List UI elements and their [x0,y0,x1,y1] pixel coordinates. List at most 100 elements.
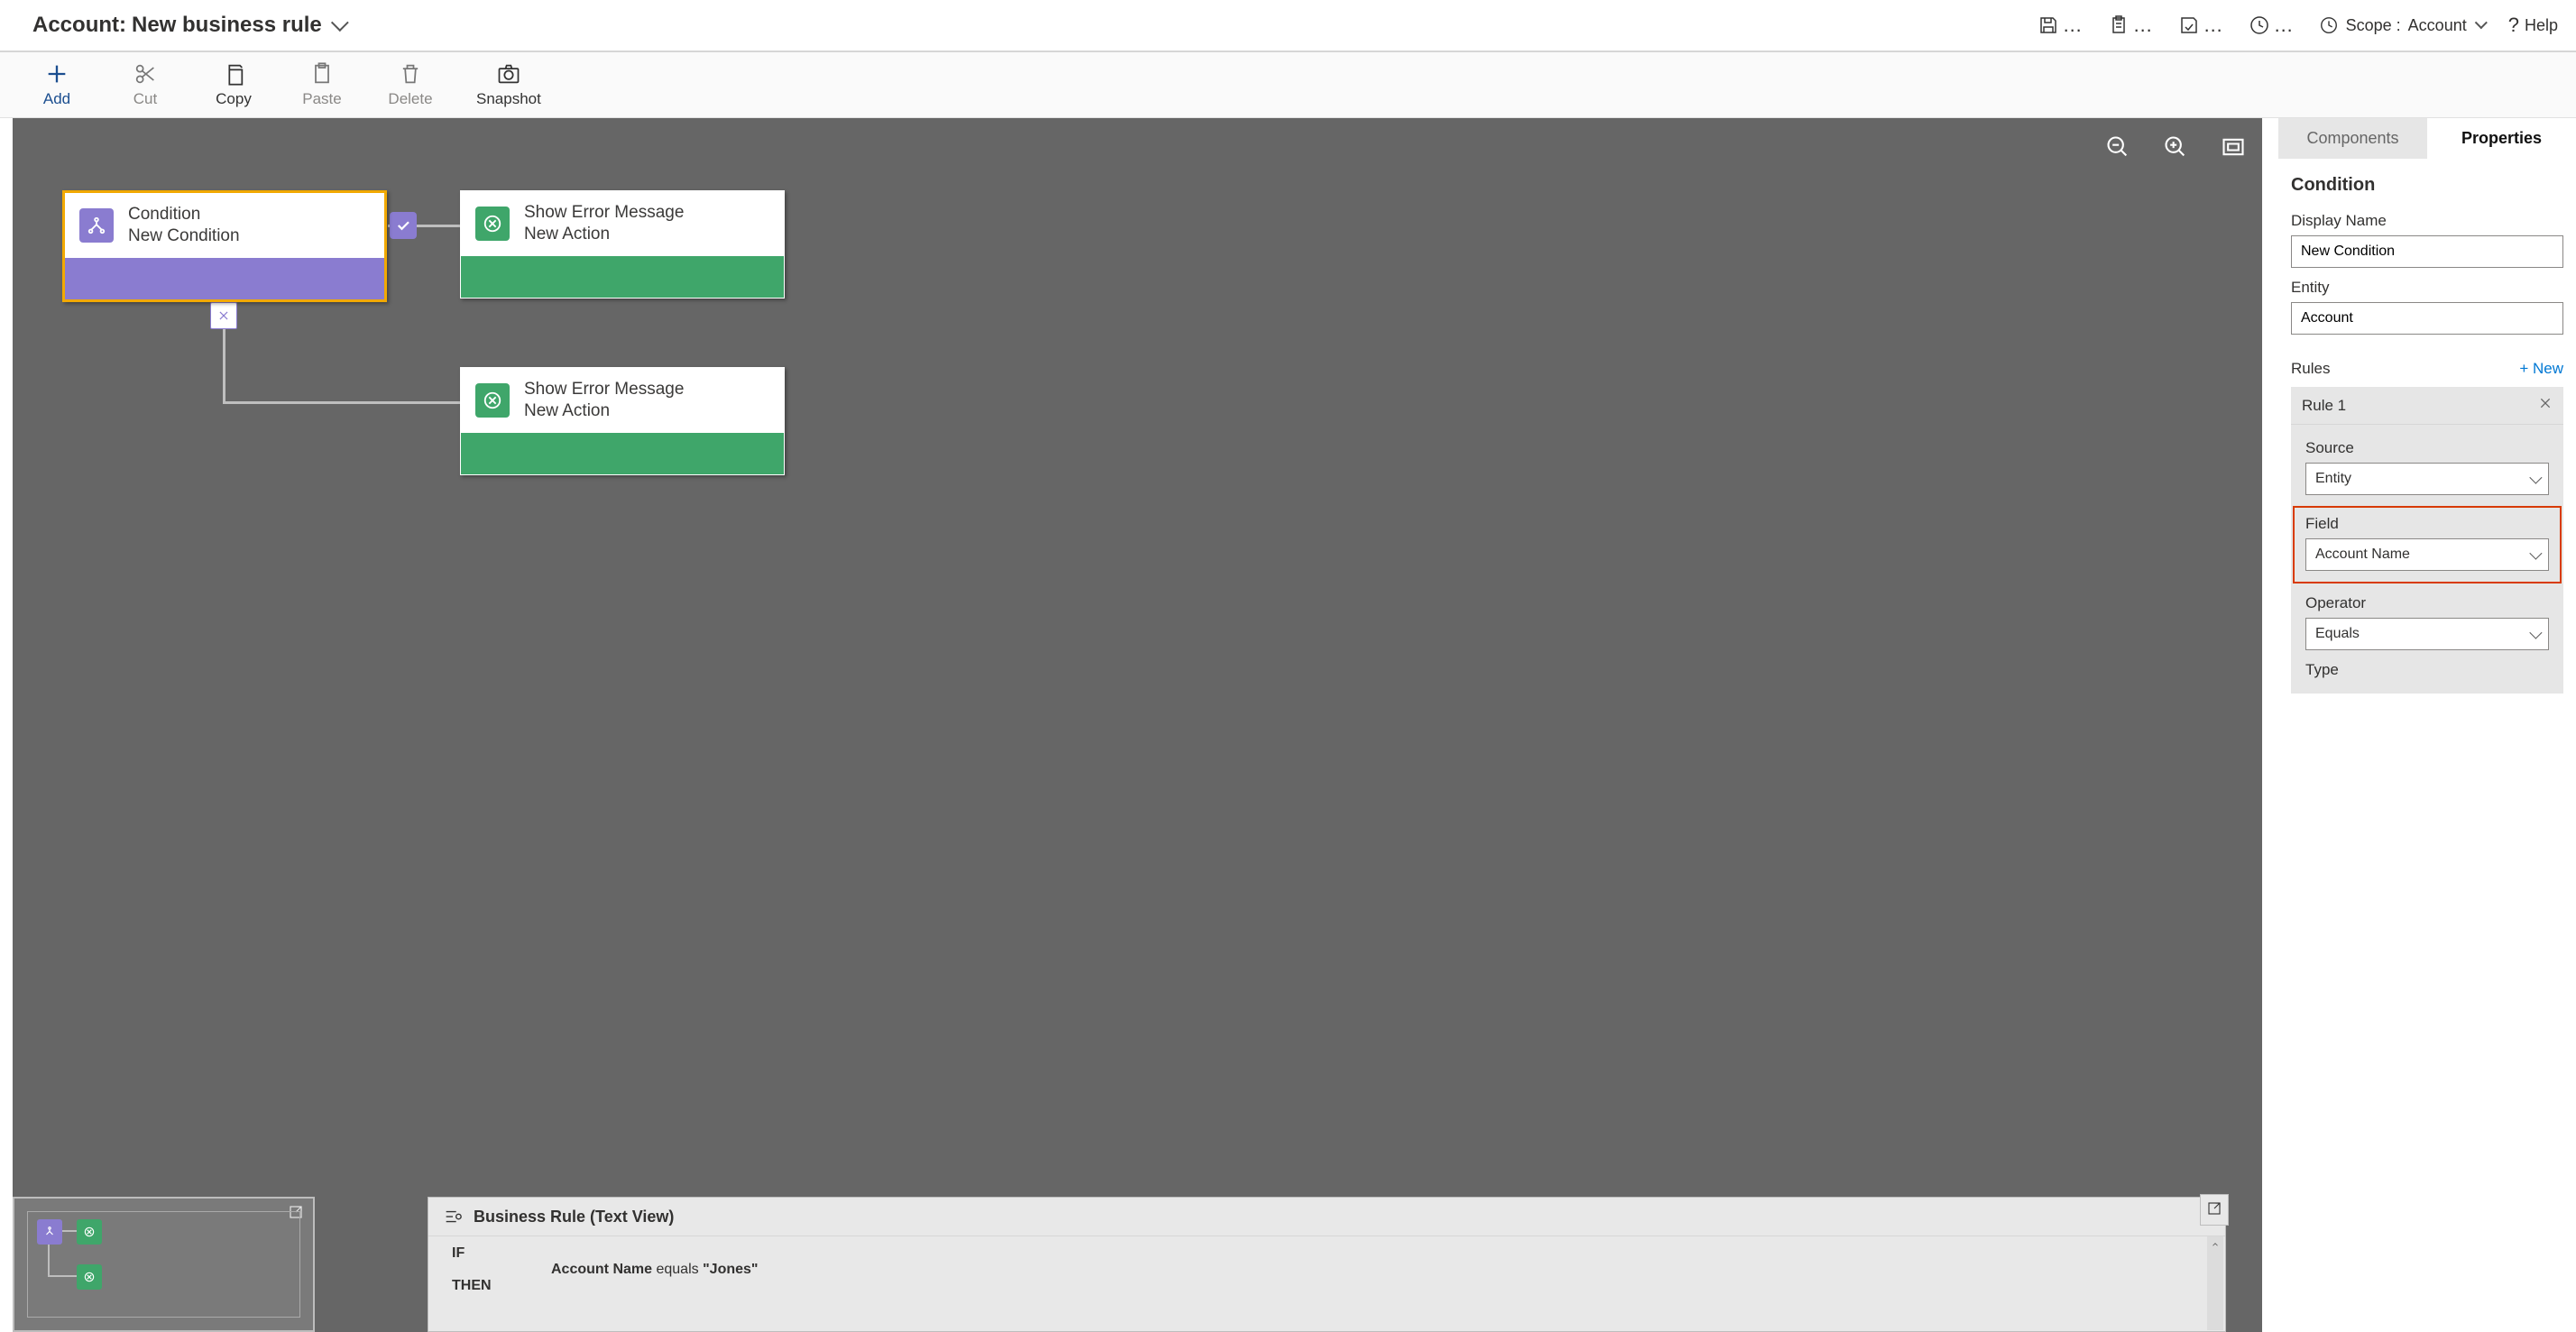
entity-label: Entity [2291,279,2563,297]
check-icon [395,217,411,234]
scope-icon [2319,15,2339,35]
chevron-down-icon [2529,627,2542,639]
paste-button[interactable]: Paste [299,61,345,108]
add-button[interactable]: Add [34,61,79,108]
help-label: Help [2525,16,2558,35]
rule-1-delete[interactable] [2538,396,2553,415]
scope-label: Scope : [2346,16,2401,35]
rule-1-title: Rule 1 [2302,397,2346,415]
snapshot-button[interactable]: Snapshot [476,61,541,108]
if-expression: Account Name equals "Jones" [551,1262,2202,1278]
help-icon: ? [2508,14,2519,37]
save-menu[interactable]: … [2038,14,2083,37]
help-button[interactable]: ? Help [2508,14,2558,37]
save-check-icon [2178,14,2200,36]
fit-screen-icon[interactable] [2221,134,2246,160]
minimap[interactable] [13,1197,315,1332]
field-highlight: Field Account Name [2293,506,2562,583]
zoom-out-icon[interactable] [2105,134,2130,160]
new-rule-link[interactable]: + New [2519,360,2563,378]
list-settings-icon [443,1207,463,1226]
chevron-down-icon [2529,472,2542,484]
condition-node[interactable]: Condition New Condition [62,190,387,302]
paste-icon [309,61,335,87]
source-value: Entity [2315,471,2351,487]
scissors-icon [133,61,158,87]
operator-label: Operator [2305,594,2549,612]
condition-subtitle: New Condition [128,225,240,247]
rule-1-block: Rule 1 Source Entity Field [2291,387,2563,694]
textview-popout[interactable] [2200,1194,2229,1226]
x-icon [2538,396,2553,410]
chevron-up-icon [2211,1240,2220,1249]
action1-strip [461,256,784,298]
minimap-viewport [27,1211,300,1318]
tab-properties[interactable]: Properties [2427,118,2576,159]
designer-canvas[interactable]: Condition New Condition Show Error Messa… [13,118,2262,1332]
connector-false-h [223,401,460,404]
display-name-input[interactable] [2291,235,2563,268]
trash-icon [398,61,423,87]
properties-panel: Components Properties Condition Display … [2278,118,2576,1332]
field-label: Field [2305,515,2549,533]
tab-components[interactable]: Components [2278,118,2427,159]
mini-action2 [77,1264,102,1290]
action1-title: Show Error Message [524,202,684,224]
rules-label: Rules [2291,360,2330,378]
properties-section-title: Condition [2291,175,2563,196]
save-icon [2038,14,2059,36]
action-node-icon [475,383,510,418]
action-node-icon [475,207,510,241]
action-node-2[interactable]: Show Error Message New Action [460,367,785,475]
zoom-in-icon[interactable] [2163,134,2188,160]
false-branch-badge [210,302,237,329]
error-icon [483,390,502,410]
action2-strip [461,433,784,474]
copy-label: Copy [216,90,252,108]
operator-select[interactable]: Equals [2305,618,2549,650]
scope-value: Account [2408,16,2467,35]
branch-icon [87,216,106,235]
popout-icon [2206,1200,2222,1217]
delete-button[interactable]: Delete [388,61,433,108]
connector-false-v [223,324,225,403]
clipboard-icon [2108,14,2130,36]
mini-condition [37,1219,62,1245]
action2-title: Show Error Message [524,379,684,400]
activate-menu[interactable]: … [2249,14,2294,37]
action-node-1[interactable]: Show Error Message New Action [460,190,785,299]
operator-value: Equals [2315,626,2360,642]
type-label: Type [2305,661,2549,679]
true-branch-badge [390,212,417,239]
canvas-controls [2105,134,2246,160]
error-icon [483,214,502,234]
business-rule-text-view: Business Rule (Text View) IF Account Nam… [428,1197,2226,1332]
condition-strip [65,258,384,299]
clock-icon [2249,14,2270,36]
entity-label: Account: [32,13,126,38]
camera-icon [496,61,521,87]
field-select[interactable]: Account Name [2305,538,2549,571]
delete-label: Delete [388,90,432,108]
copy-button[interactable]: Copy [211,61,256,108]
add-label: Add [43,90,70,108]
textview-title: Business Rule (Text View) [474,1208,674,1226]
textview-scrollbar[interactable] [2207,1236,2223,1330]
cut-button[interactable]: Cut [123,61,168,108]
cut-label: Cut [133,90,157,108]
rule-name-dropdown[interactable]: New business rule [132,13,344,38]
validate-menu[interactable]: … [2178,14,2223,37]
save-as-menu[interactable]: … [2108,14,2153,37]
source-label: Source [2305,439,2549,457]
field-value: Account Name [2315,547,2410,563]
source-select[interactable]: Entity [2305,463,2549,495]
x-icon [217,309,230,322]
if-keyword: IF [452,1245,465,1261]
mini-action1 [77,1219,102,1245]
chevron-down-icon [331,14,349,32]
display-name-label: Display Name [2291,212,2563,230]
chevron-down-icon [2474,16,2487,29]
action2-subtitle: New Action [524,400,684,422]
entity-input[interactable] [2291,302,2563,335]
scope-selector[interactable]: Scope : Account [2319,15,2483,35]
